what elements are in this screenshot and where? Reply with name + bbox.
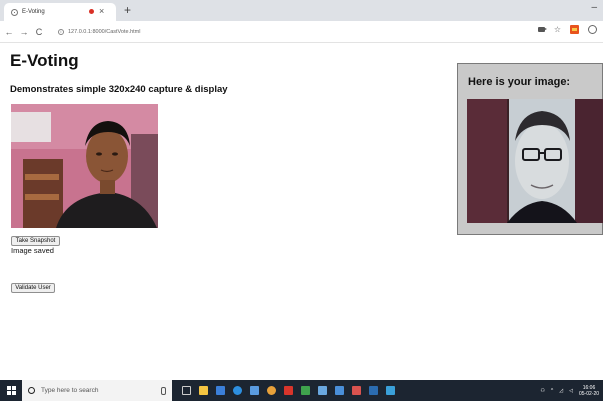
- snapshot-image: [467, 99, 603, 223]
- edge-icon[interactable]: [233, 386, 242, 395]
- close-icon[interactable]: ×: [99, 5, 104, 17]
- back-icon[interactable]: ←: [3, 27, 15, 37]
- minimize-button[interactable]: –: [591, 2, 597, 13]
- volume-icon[interactable]: ◁: [569, 388, 573, 394]
- tab-strip: E-Voting × + –: [0, 0, 603, 21]
- globe-icon: [11, 8, 18, 16]
- status-text: Image saved: [11, 246, 54, 255]
- plus-icon[interactable]: +: [124, 2, 131, 18]
- url-text: 127.0.0.1:8000/CastVote.html: [68, 28, 141, 35]
- people-icon[interactable]: ⚇: [540, 388, 544, 394]
- star-icon[interactable]: ☆: [554, 25, 561, 34]
- app-icon[interactable]: [318, 386, 327, 395]
- chevron-up-icon[interactable]: ^: [551, 388, 553, 394]
- app-icon[interactable]: [284, 386, 293, 395]
- search-placeholder: Type here to search: [41, 387, 99, 394]
- file-explorer-icon[interactable]: [199, 386, 208, 395]
- browser-window: E-Voting × + – ← → C i 127.0.0.1:8000/Ca…: [0, 0, 603, 401]
- system-tray: ⚇ ^ ◿ ◁ 16:06 05-02-20: [540, 385, 603, 397]
- tab-title: E-Voting: [22, 9, 45, 15]
- address-bar[interactable]: i 127.0.0.1:8000/CastVote.html: [58, 25, 528, 38]
- start-button[interactable]: [0, 380, 22, 401]
- browser-toolbar: ← → C i 127.0.0.1:8000/CastVote.html ☆: [0, 21, 603, 43]
- app-icon[interactable]: [352, 386, 361, 395]
- extension-icon[interactable]: [570, 25, 579, 34]
- validate-user-button[interactable]: Validate User: [11, 283, 55, 293]
- toolbar-actions: ☆: [537, 25, 597, 34]
- page-content: E-Voting Demonstrates simple 320x240 cap…: [0, 43, 603, 379]
- result-panel: Here is your image:: [457, 63, 603, 235]
- camera-icon[interactable]: [537, 27, 547, 32]
- page-subtitle: Demonstrates simple 320x240 capture & di…: [10, 84, 228, 95]
- network-icon[interactable]: ◿: [559, 388, 563, 394]
- windows-taskbar: Type here to search ⚇ ^ ◿ ◁ 16:06 05-02-…: [0, 380, 603, 401]
- app-icon[interactable]: [301, 386, 310, 395]
- tab-e-voting[interactable]: E-Voting ×: [4, 3, 116, 21]
- microphone-icon[interactable]: [161, 386, 166, 395]
- clock[interactable]: 16:06 05-02-20: [579, 385, 599, 397]
- windows-start-icon: [6, 386, 16, 395]
- app-icon[interactable]: [369, 386, 378, 395]
- app-icon[interactable]: [386, 386, 395, 395]
- forward-icon[interactable]: →: [18, 27, 30, 37]
- chrome-icon[interactable]: [267, 386, 276, 395]
- camera-feed-image: [11, 104, 158, 228]
- result-heading: Here is your image:: [468, 76, 571, 88]
- taskbar-apps: [182, 386, 395, 395]
- info-icon[interactable]: i: [58, 28, 64, 35]
- store-icon[interactable]: [216, 386, 225, 395]
- task-view-icon[interactable]: [182, 386, 191, 395]
- profile-icon[interactable]: [588, 25, 597, 34]
- reload-icon[interactable]: C: [33, 27, 45, 37]
- camera-feed: [11, 104, 158, 228]
- page-title: E-Voting: [10, 51, 79, 70]
- taskbar-search[interactable]: Type here to search: [22, 380, 172, 401]
- app-icon[interactable]: [250, 386, 259, 395]
- snapshot-photo: [467, 99, 603, 223]
- take-snapshot-button[interactable]: Take Snapshot: [11, 236, 60, 246]
- recording-dot-icon: [89, 9, 94, 14]
- search-icon: [28, 387, 35, 394]
- clock-date: 05-02-20: [578, 390, 599, 397]
- app-icon[interactable]: [335, 386, 344, 395]
